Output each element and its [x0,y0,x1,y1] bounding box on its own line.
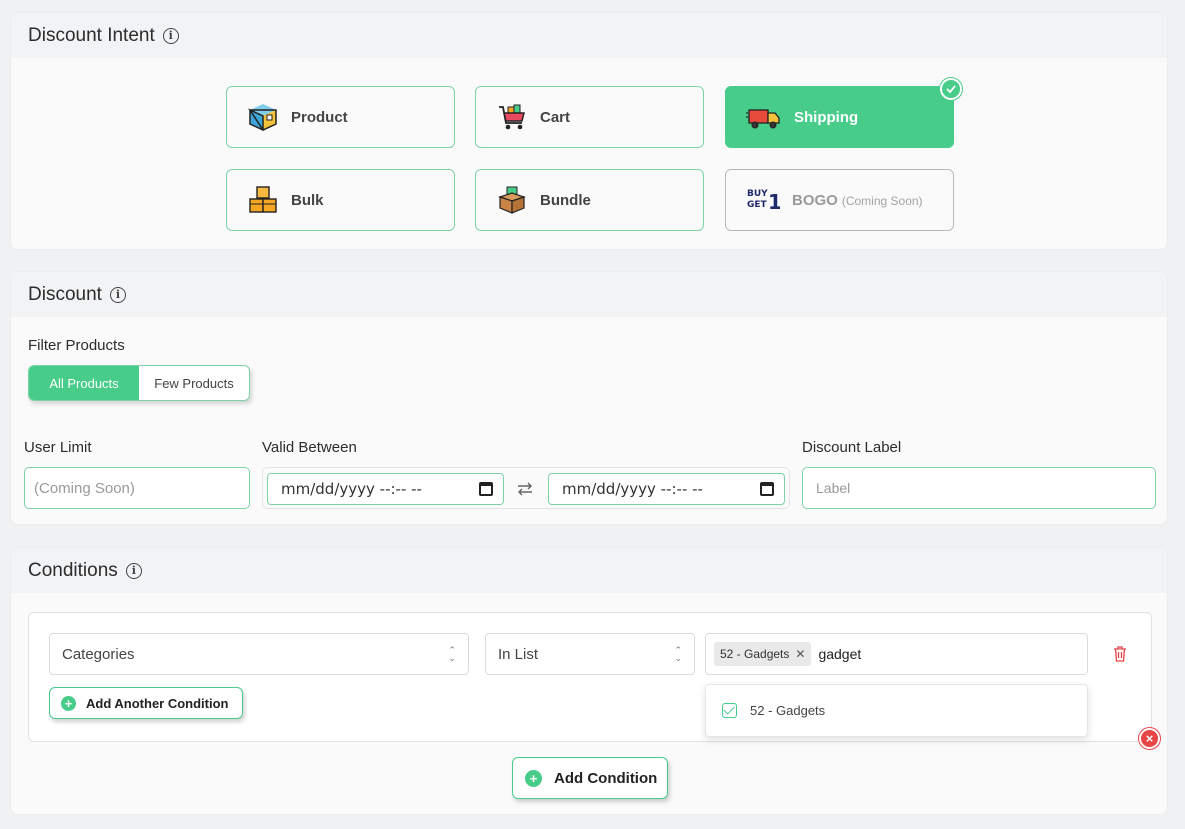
add-condition-button[interactable]: + Add Condition [512,757,668,799]
intent-label: Cart [540,108,571,126]
valid-between-group: mm/dd/yyyy --:-- -- mm/dd/yyyy --:-- -- [262,467,790,509]
intent-label: Bulk [291,191,324,209]
condition-operator-value: In List [498,645,539,663]
intent-label: Product [291,108,348,126]
trash-icon[interactable] [1113,646,1127,662]
info-icon[interactable]: i [162,27,179,44]
chevron-up-down-icon: ⌃ ⌄ [448,645,456,663]
discount-intent-title: Discount Intent [28,24,155,46]
discount-intent-header: Discount Intent i [11,13,1167,58]
condition-operator-select[interactable]: In List ⌃ ⌄ [485,633,695,675]
intent-bulk[interactable]: Bulk [226,169,455,231]
intent-label: Shipping [794,108,859,126]
cart-icon [499,104,525,130]
info-icon[interactable]: i [109,286,126,303]
date-end-input[interactable]: mm/dd/yyyy --:-- -- [548,473,785,505]
open-box-icon [498,186,526,214]
selected-tag: 52 - Gadgets ✕ [714,642,812,666]
stacked-boxes-icon [249,186,277,213]
discount-header: Discount i [11,272,1167,317]
conditions-card: Conditions i Categories ⌃ ⌄ In List ⌃ ⌄ 52… [10,547,1168,815]
close-icon[interactable]: × [1139,728,1160,749]
add-condition-label: Add Condition [554,769,658,787]
intent-product[interactable]: Product [226,86,455,148]
plus-icon: + [61,695,76,711]
intent-bundle[interactable]: Bundle [475,169,704,231]
date-end-value: mm/dd/yyyy --:-- -- [562,480,703,498]
condition-group: Categories ⌃ ⌄ In List ⌃ ⌄ 52 - Gadgets ✕ … [28,612,1152,742]
discount-card: Discount i Filter Products All Products … [10,271,1168,525]
intent-label: BOGO (Coming Soon) [792,192,923,209]
bogo-logo-text: BUY GET1 [747,189,780,214]
discount-label-input[interactable]: Label [802,467,1156,509]
user-limit-input[interactable]: (Coming Soon) [24,467,250,509]
condition-field-select[interactable]: Categories ⌃ ⌄ [49,633,469,675]
filter-products-toggle: All Products Few Products [28,365,250,401]
checkbox-checked-icon[interactable] [722,703,737,718]
buy-get-one-icon: BUY GET1 [747,189,780,214]
condition-value-input[interactable]: 52 - Gadgets ✕ gadget [705,633,1088,675]
filter-all-products[interactable]: All Products [29,366,139,400]
box-icon [247,104,277,132]
tag-label: 52 - Gadgets [720,647,790,661]
date-start-value: mm/dd/yyyy --:-- -- [281,480,422,498]
discount-label-label: Discount Label [802,439,902,456]
dropdown-menu: 52 - Gadgets [705,684,1088,737]
user-limit-placeholder: (Coming Soon) [34,479,135,497]
coming-soon-note: (Coming Soon) [841,193,923,208]
filter-products-label: Filter Products [28,337,125,354]
info-icon[interactable]: i [125,562,142,579]
add-another-condition-button[interactable]: + Add Another Condition [49,687,243,719]
chevron-up-down-icon: ⌃ ⌄ [674,645,682,663]
add-another-label: Add Another Condition [86,695,229,711]
conditions-title: Conditions [28,559,118,581]
intent-shipping[interactable]: Shipping [725,78,962,148]
conditions-header: Conditions i [11,548,1167,593]
intent-label-text: BOGO [792,191,838,209]
intent-cart[interactable]: Cart [475,86,704,148]
intent-label: Bundle [540,191,591,209]
date-start-input[interactable]: mm/dd/yyyy --:-- -- [267,473,504,505]
calendar-icon[interactable] [479,482,493,496]
search-text: gadget [818,646,862,662]
remove-tag-icon[interactable]: ✕ [795,647,805,661]
plus-icon: + [525,769,542,787]
swap-arrows-icon [518,482,532,496]
discount-title: Discount [28,283,102,305]
selected-check-icon [940,78,962,100]
dropdown-option[interactable]: 52 - Gadgets [750,703,825,718]
condition-field-value: Categories [62,645,135,663]
discount-label-placeholder: Label [816,480,851,496]
valid-between-label: Valid Between [262,439,357,456]
calendar-icon[interactable] [760,482,774,496]
discount-intent-card: Discount Intent i Product Cart Shipping … [10,12,1168,250]
truck-icon [746,109,780,129]
user-limit-label: User Limit [24,439,92,456]
filter-few-products[interactable]: Few Products [139,366,249,400]
intent-bogo: BUY GET1 BOGO (Coming Soon) [725,169,954,231]
